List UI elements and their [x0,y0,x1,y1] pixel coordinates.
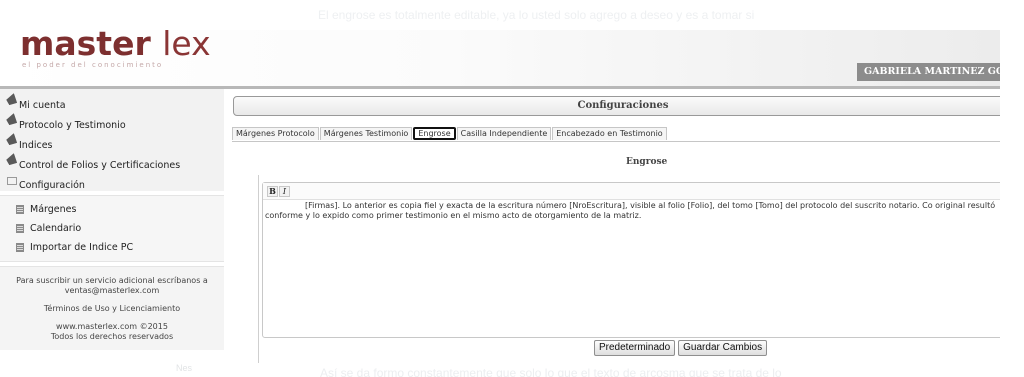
sidebar-subitem-label: Calendario [30,223,82,234]
sidebar-subitem-label: Márgenes [30,204,77,215]
sidebar-item-label: Indices [19,140,53,151]
document-icon [16,205,24,214]
sidebar-item-label: Protocolo y Testimonio [19,120,126,131]
menu-bullet-icon [5,153,19,167]
site-link[interactable]: www.masterlex.com ©2015 [56,322,168,331]
bold-button[interactable]: B [267,186,278,197]
sidebar-subitem-importar[interactable]: Importar de Indice PC [0,238,224,257]
default-button[interactable]: Predeterminado [594,340,676,356]
editor-toolbar: B I [263,183,1006,200]
user-name-badge[interactable]: GABRIELA MARTINEZ GOU [857,63,1000,81]
tab-encabezado-testimonio[interactable]: Encabezado en Testimonio [552,127,667,140]
sidebar-item-protocolo[interactable]: Protocolo y Testimonio [0,111,224,131]
background-hint-text-bottom: Así se da formo constantemente que solo … [320,366,782,377]
sidebar-item-configuracion[interactable]: Configuración [0,171,224,191]
italic-button[interactable]: I [279,186,290,197]
editor-content[interactable]: [Firmas]. Lo anterior es copia fiel y ex… [263,200,1006,221]
book-icon [7,177,17,185]
save-button[interactable]: Guardar Cambios [678,340,768,356]
sidebar-item-label: Control de Folios y Certificaciones [19,160,181,171]
configuraciones-titlebar: Configuraciones [233,96,1013,116]
sidebar-item-control-folios[interactable]: Control de Folios y Certificaciones [0,151,224,171]
sidebar-footer: Para suscribir un servicio adicional esc… [0,266,224,350]
background-hint-text-cut: Nes [176,363,193,373]
tab-engrose[interactable]: Engrose [413,127,456,140]
engrose-editor[interactable]: B I [Firmas]. Lo anterior es copia fiel … [262,182,1007,338]
sidebar-submenu: Márgenes Calendario Importar de Indice P… [0,195,224,262]
sidebar-main-menu: Mi cuenta Protocolo y Testimonio Indices… [0,89,224,191]
sidebar-item-indices[interactable]: Indices [0,131,224,151]
document-icon [16,224,24,233]
page-title: Configuraciones [577,100,669,111]
contact-text: Para suscribir un servicio adicional esc… [16,276,208,295]
tab-margenes-testimonio[interactable]: Márgenes Testimonio [319,127,413,140]
action-buttons: Predeterminado Guardar Cambios [594,340,768,356]
section-title: Engrose [626,157,668,167]
right-edge [1000,0,1024,377]
tabs-divider [232,141,1024,142]
sidebar-item-label: Mi cuenta [19,100,66,111]
rights-text: Todos los derechos reservados [50,332,174,341]
logo-lex-text: lex [162,24,211,63]
sidebar-item-mi-cuenta[interactable]: Mi cuenta [0,91,224,111]
background-hint-text-top: El engrose es totalmente editable, ya lo… [318,8,755,22]
logo[interactable]: master lex el poder del conocimiento [20,27,220,70]
sidebar-subitem-label: Importar de Indice PC [30,242,134,253]
logo-main-text: master [20,24,163,63]
config-tabs: Márgenes Protocolo Márgenes Testimonio E… [232,127,668,141]
sidebar-item-label: Configuración [19,180,85,191]
sidebar: Mi cuenta Protocolo y Testimonio Indices… [0,89,224,351]
tab-casilla-independiente[interactable]: Casilla Independiente [456,127,552,140]
document-icon [16,243,24,252]
tab-margenes-protocolo[interactable]: Márgenes Protocolo [232,127,319,140]
sidebar-subitem-margenes[interactable]: Márgenes [0,200,224,219]
menu-bullet-icon [5,133,19,147]
menu-bullet-icon [5,93,19,107]
menu-bullet-icon [5,113,19,127]
logo-wordmark: master lex [20,27,220,61]
terms-link[interactable]: Términos de Uso y Licenciamiento [4,304,220,314]
sidebar-subitem-calendario[interactable]: Calendario [0,219,224,238]
